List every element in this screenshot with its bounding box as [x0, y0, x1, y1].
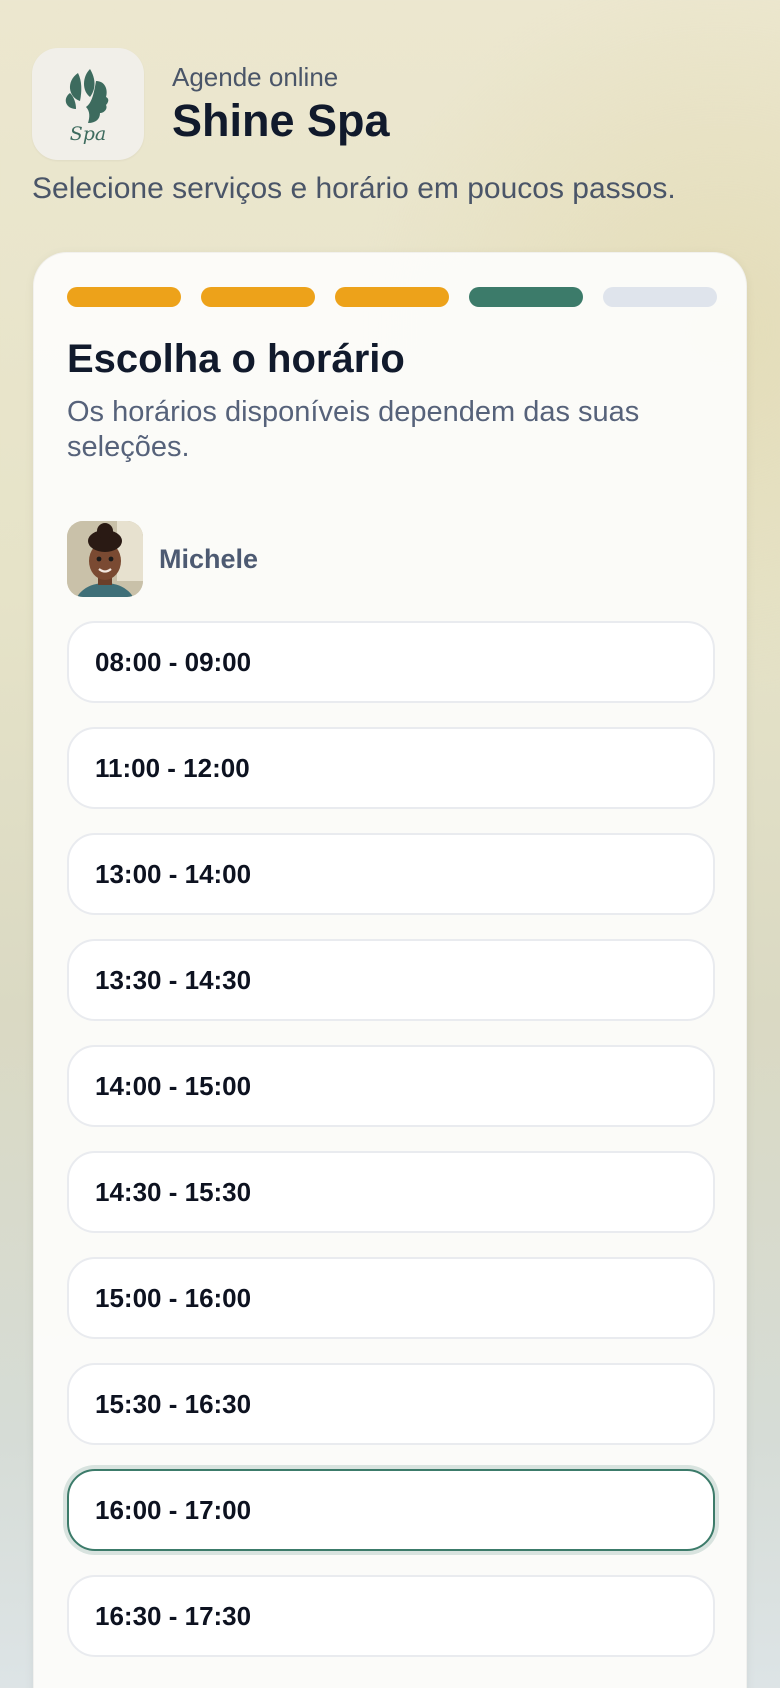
step-progress: [67, 287, 717, 307]
header-subtitle: Agende online: [172, 61, 339, 92]
time-slot-button[interactable]: 16:30 - 17:30: [67, 1575, 715, 1657]
time-slot-label: 13:00 - 14:00: [95, 858, 252, 889]
app-header: Spa Agende online Shine Spa: [32, 48, 390, 160]
time-slot-label: 14:30 - 15:30: [95, 1176, 252, 1207]
professional-header: Michele: [67, 521, 258, 597]
time-slot-button[interactable]: 08:00 - 09:00: [67, 621, 715, 703]
step-title: Escolha o horário: [67, 337, 405, 381]
time-slot-label: 16:30 - 17:30: [95, 1600, 252, 1631]
time-slot-label: 16:00 - 17:00: [95, 1494, 252, 1525]
time-slot-button[interactable]: 11:00 - 12:00: [67, 727, 715, 809]
step-indicator: [335, 287, 449, 307]
time-slot-button[interactable]: 16:00 - 17:00: [67, 1469, 715, 1551]
step-description: Os horários disponíveis dependem das sua…: [67, 396, 640, 463]
time-slot-button[interactable]: 15:00 - 16:00: [67, 1257, 715, 1339]
time-slot-label: 14:00 - 15:00: [95, 1070, 252, 1101]
step-indicator: [603, 287, 717, 307]
time-slot-button[interactable]: 14:30 - 15:30: [67, 1151, 715, 1233]
time-slot-label: 15:00 - 16:00: [95, 1282, 252, 1313]
logo-text: Spa: [69, 123, 107, 145]
time-slot-button[interactable]: 13:00 - 14:00: [67, 833, 715, 915]
time-slot-button[interactable]: 15:30 - 16:30: [67, 1363, 715, 1445]
time-slot-button[interactable]: 13:30 - 14:30: [67, 939, 715, 1021]
time-slot-label: 08:00 - 09:00: [95, 646, 252, 677]
time-slot-label: 13:30 - 14:30: [95, 964, 252, 995]
leaf-face-icon: [65, 69, 109, 123]
step-indicator: [469, 287, 583, 307]
avatar-image: [67, 521, 143, 597]
spa-logo: Spa: [32, 48, 144, 160]
step-indicator: [201, 287, 315, 307]
tagline: Selecione serviços e horário em poucos p…: [32, 172, 676, 205]
professional-name: Michele: [159, 543, 259, 574]
step-indicator: [67, 287, 181, 307]
time-slot-button[interactable]: 14:00 - 15:00: [67, 1045, 715, 1127]
app-title: Shine Spa: [172, 94, 390, 146]
avatar: [67, 521, 143, 597]
booking-card: Escolha o horário Os horários disponívei…: [33, 252, 747, 1688]
time-slot-label: 11:00 - 12:00: [95, 752, 250, 783]
time-slot-label: 15:30 - 16:30: [95, 1388, 252, 1419]
